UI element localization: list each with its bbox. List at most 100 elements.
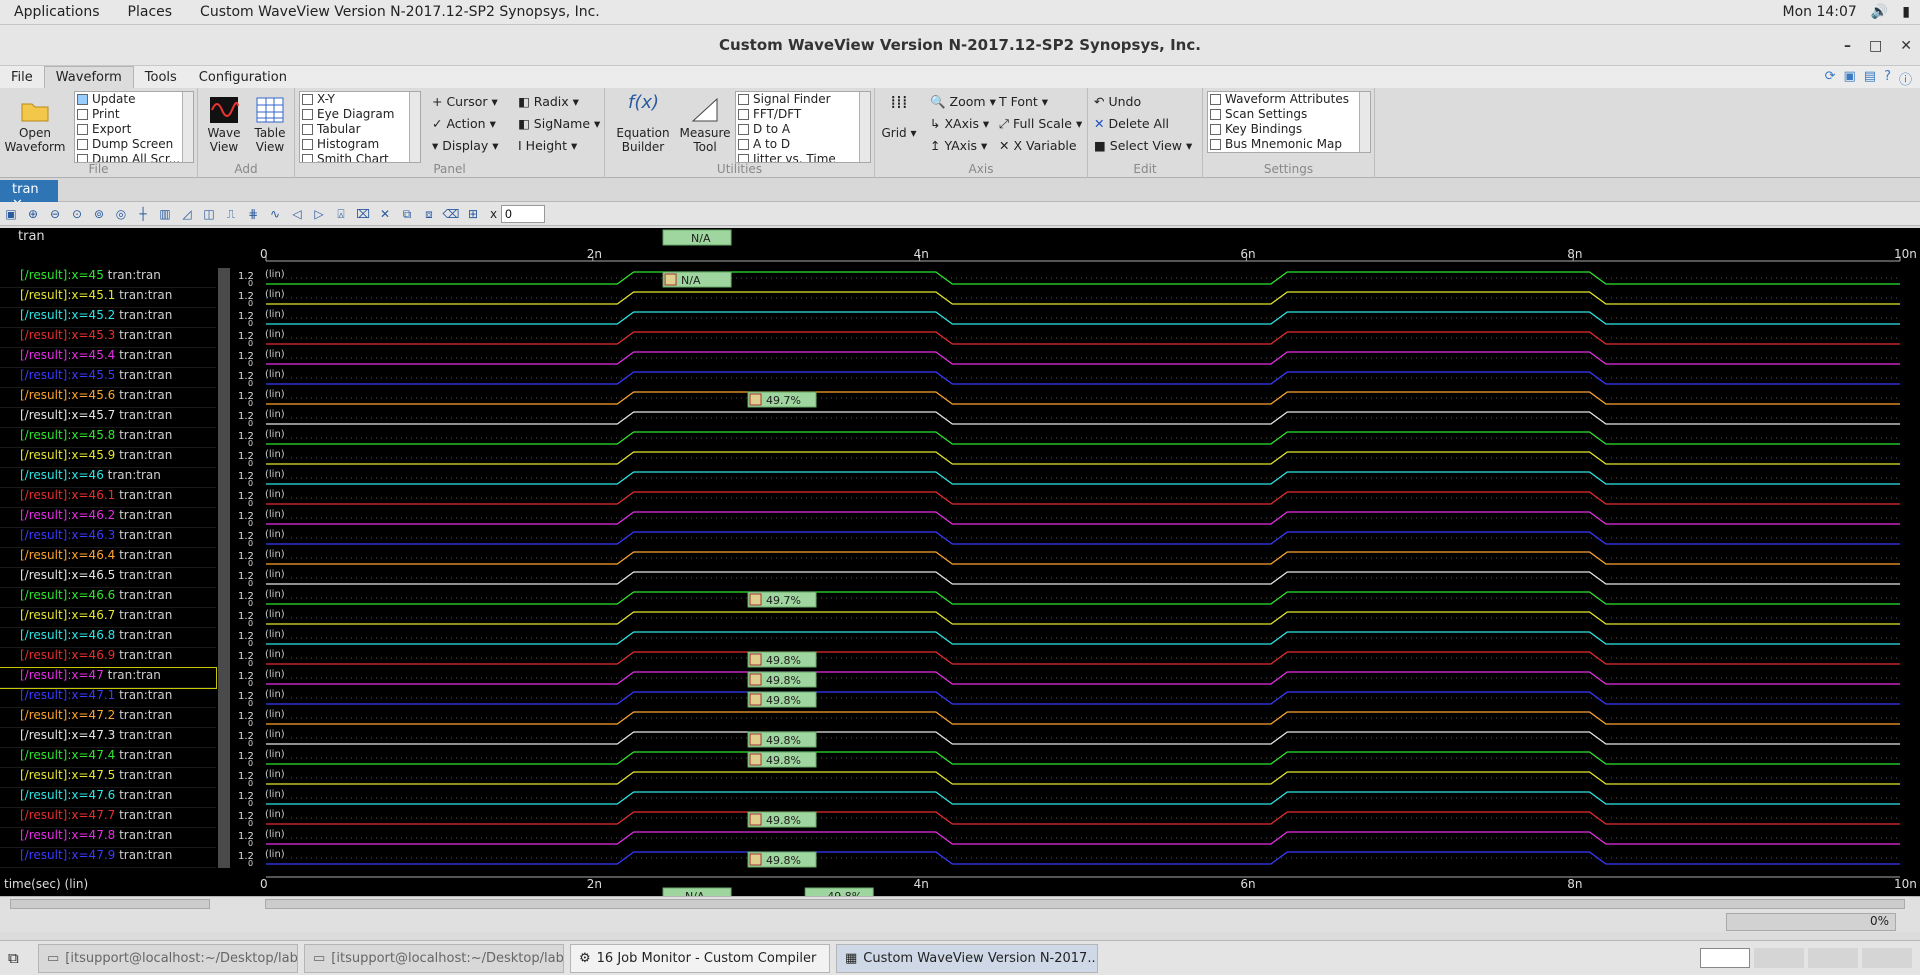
table-view-button[interactable]: Table View [248,96,292,154]
prev-edge-icon[interactable]: ◁ [286,205,308,223]
util-item-atod[interactable]: A to D [738,137,870,152]
ungroup-icon[interactable]: ⧈ [418,205,440,223]
menu-file[interactable]: File [0,67,44,88]
next-edge-icon[interactable]: ▷ [308,205,330,223]
file-list-scrollbar[interactable] [182,92,193,162]
settings-item-bus-mnemonic[interactable]: Bus Mnemonic Map [1210,137,1370,152]
zoom-fit-icon[interactable]: ▣ [0,205,22,223]
show-desktop-icon[interactable]: ⧉ [8,949,32,967]
panel-item-eye[interactable]: Eye Diagram [302,107,420,122]
pulse-icon[interactable]: ⎍ [220,205,242,223]
help-icon[interactable]: ? [1884,69,1891,88]
task-waveview[interactable]: ▦ Custom WaveView Version N-2017... [836,943,1098,973]
radix-button[interactable]: ◧ Radix ▾ [518,94,579,109]
measure-icon [749,853,762,866]
edit-group-label: Edit [1133,162,1157,176]
align-icon[interactable]: ⊞ [462,205,484,223]
battery-icon[interactable]: ▮ [1902,4,1910,20]
measure-tool-button[interactable]: Measure Tool [677,96,733,154]
grid-button[interactable]: ⁞⁞⁞ Grid ▾ [879,94,919,141]
cursor-add-icon[interactable]: ┼ [132,205,154,223]
util-item-fft[interactable]: FFT/DFT [738,107,870,122]
file-item-export[interactable]: Export [77,122,193,137]
util-item-dtoa[interactable]: D to A [738,122,870,137]
clock[interactable]: Mon 14:07 [1783,4,1857,20]
zoom-button[interactable]: 🔍 Zoom ▾ [930,94,996,110]
equation-builder-button[interactable]: f(x) Equation Builder [611,94,675,155]
height-button[interactable]: I Height ▾ [518,138,577,153]
x-variable-button[interactable]: ✕ X Variable [999,138,1077,153]
marker-icon[interactable]: ◫ [198,205,220,223]
delete-signal-icon[interactable]: ✕ [374,205,396,223]
settings-item-key-bindings[interactable]: Key Bindings [1210,122,1370,137]
task-terminal-1[interactable]: ▭ [itsupport@localhost:~/Desktop/lab... [38,943,298,973]
active-app-title[interactable]: Custom WaveView Version N-2017.12-SP2 Sy… [186,4,614,20]
minimize-button[interactable]: – [1844,38,1851,54]
maximize-button[interactable]: □ [1869,38,1882,54]
signame-button[interactable]: ◧ SigName ▾ [518,116,600,131]
yaxis-button[interactable]: ↥ YAxis ▾ [930,138,987,153]
h-scrollbar-left[interactable] [10,899,210,909]
zoom-y-icon[interactable]: ⊚ [88,205,110,223]
select-view-button[interactable]: ■ Select View ▾ [1094,138,1192,153]
zoom-out-icon[interactable]: ⊖ [44,205,66,223]
places-menu[interactable]: Places [114,4,187,20]
panel-list[interactable]: X-Y Eye Diagram Tabular Histogram Smith … [299,91,421,163]
menu-tools[interactable]: Tools [134,67,188,88]
cursor-button[interactable]: + Cursor ▾ [432,94,498,109]
snapshot-icon[interactable]: ⌧ [352,205,374,223]
refresh-icon[interactable]: ⟳ [1825,69,1836,88]
utilities-list-scrollbar[interactable] [859,92,870,162]
undo-button[interactable]: ↶ Undo [1094,94,1141,109]
tab-tran[interactable]: tran ✕ [0,180,58,212]
action-button[interactable]: ✓ Action ▾ [432,116,496,131]
utilities-list[interactable]: Signal Finder FFT/DFT D to A A to D Jitt… [735,91,871,163]
panel-list-scrollbar[interactable] [409,92,420,162]
util-item-signal-finder[interactable]: Signal Finder [738,92,870,107]
file-list[interactable]: Update Print Export Dump Screen Dump All… [74,91,194,163]
waveform-panel[interactable]: tran [/result]:x=45 tran:tran [/result]:x… [0,228,1920,896]
panel-item-xy[interactable]: X-Y [302,92,420,107]
layout-icon[interactable]: ▤ [1864,69,1876,88]
display-button[interactable]: ▾ Display ▾ [432,138,499,153]
close-button[interactable]: ✕ [1900,38,1912,54]
workspace-switcher[interactable] [1700,948,1920,968]
y-lo-label: 0 [248,719,253,728]
delete-all-button[interactable]: ✕ Delete All [1094,116,1169,131]
task-job-monitor[interactable]: ⚙ 16 Job Monitor - Custom Compiler [570,943,830,973]
applications-menu[interactable]: Applications [0,4,114,20]
digital-icon[interactable]: ⋕ [242,205,264,223]
file-item-dump-screen[interactable]: Dump Screen [77,137,193,152]
open-waveform-button[interactable]: Open Waveform [2,96,68,154]
zoom-x-icon[interactable]: ⊙ [66,205,88,223]
group-icon[interactable]: ⧉ [396,205,418,223]
zoom-in-icon[interactable]: ⊕ [22,205,44,223]
xaxis-button[interactable]: ↳ XAxis ▾ [930,116,989,131]
settings-item-waveform-attributes[interactable]: Waveform Attributes [1210,92,1370,107]
font-button[interactable]: T Font ▾ [999,94,1048,109]
volume-icon[interactable]: 🔊 [1871,4,1888,20]
settings-list-scrollbar[interactable] [1359,92,1370,152]
zoom-region-icon[interactable]: ◎ [110,205,132,223]
waveform-canvas[interactable]: 002n2n4n4n6n6n8n8n10n10ntime(sec) (lin)1… [0,228,1920,896]
search-edge-icon[interactable]: ⍓ [330,205,352,223]
h-scrollbar-main[interactable] [265,899,1905,909]
full-scale-button[interactable]: ⤢ Full Scale ▾ [999,116,1082,132]
info-icon[interactable]: ⓘ [1899,69,1912,88]
panel-item-tabular[interactable]: Tabular [302,122,420,137]
file-item-update[interactable]: Update [77,92,193,107]
analog-icon[interactable]: ∿ [264,205,286,223]
stack-icon[interactable]: ▥ [154,205,176,223]
menu-configuration[interactable]: Configuration [188,67,298,88]
settings-item-scan[interactable]: Scan Settings [1210,107,1370,122]
window-icon[interactable]: ▣ [1843,69,1855,88]
x-value-input[interactable] [501,204,546,223]
eraser-icon[interactable]: ⌫ [440,205,462,223]
wave-view-button[interactable]: Wave View [202,96,246,154]
menu-waveform[interactable]: Waveform [43,66,134,88]
panel-item-histogram[interactable]: Histogram [302,137,420,152]
measure-icon[interactable]: ◿ [176,205,198,223]
file-item-print[interactable]: Print [77,107,193,122]
task-terminal-2[interactable]: ▭ [itsupport@localhost:~/Desktop/lab... [304,943,564,973]
settings-list[interactable]: Waveform Attributes Scan Settings Key Bi… [1207,91,1371,153]
